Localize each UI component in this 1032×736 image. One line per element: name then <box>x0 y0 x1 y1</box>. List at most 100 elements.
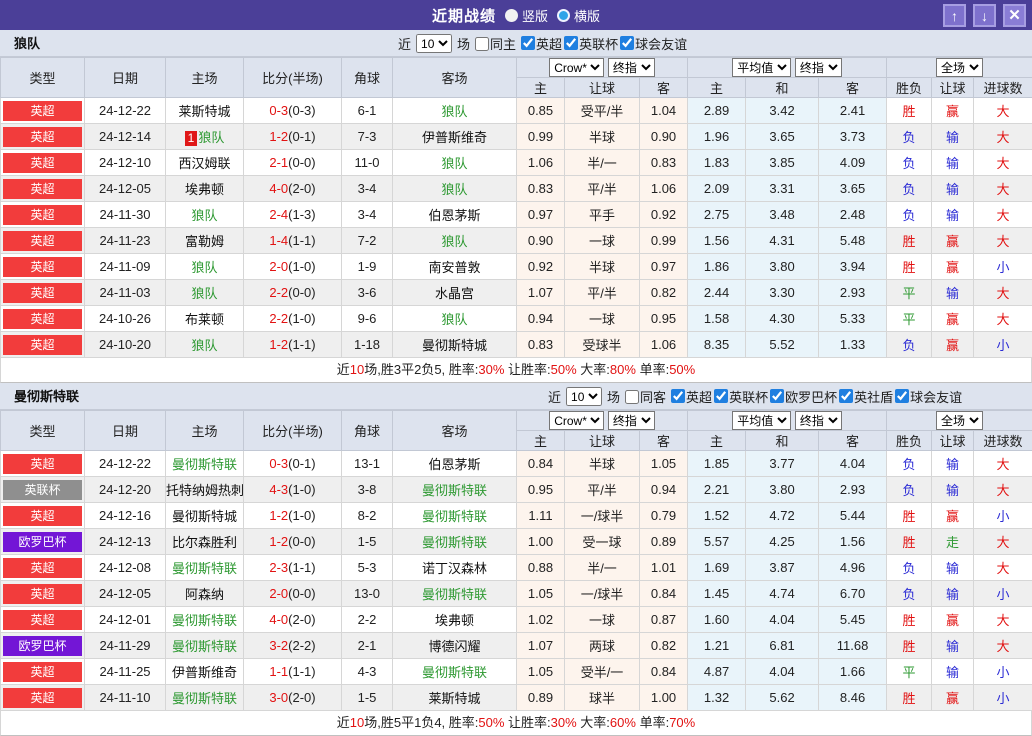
titlebar-buttons: ↑ ↓ ✕ <box>943 4 1026 27</box>
result-handicap: 赢 <box>932 503 974 529</box>
league-checkbox-input[interactable] <box>770 389 784 403</box>
avg-home: 1.85 <box>688 451 746 477</box>
score-cell: 4-0(2-0) <box>244 607 342 633</box>
result-goals: 大 <box>974 607 1032 633</box>
layout-radio-horizontal[interactable]: 横版 <box>557 6 600 25</box>
home-team-cell: 曼彻斯特联 <box>166 633 244 659</box>
result-outcome: 胜 <box>887 228 932 254</box>
league-checkbox-input[interactable] <box>620 36 634 50</box>
move-up-button[interactable]: ↑ <box>943 4 966 27</box>
move-down-button[interactable]: ↓ <box>973 4 996 27</box>
league-label: 英联杯 <box>729 387 768 406</box>
league-filter-checkbox[interactable]: 英超 <box>669 387 712 406</box>
league-filter-checkbox[interactable]: 英联杯 <box>712 387 768 406</box>
home-team-cell: 托特纳姆热刺 <box>166 477 244 503</box>
avg-source-select[interactable]: 平均值 <box>732 411 791 430</box>
result-goals: 大 <box>974 202 1032 228</box>
league-checkbox-input[interactable] <box>895 389 909 403</box>
home-team-cell: 狼队 <box>166 202 244 228</box>
match-count-select[interactable]: 10 <box>566 387 602 406</box>
league-filter-checkbox[interactable]: 英联杯 <box>562 34 618 53</box>
same-venue-checkbox[interactable]: 同主 <box>473 34 516 53</box>
odds-away: 0.95 <box>640 306 688 332</box>
avg-stage-select[interactable]: 终指 <box>795 58 842 77</box>
avg-draw: 3.31 <box>746 176 819 202</box>
odds-away: 0.87 <box>640 607 688 633</box>
avg-draw: 3.30 <box>746 280 819 306</box>
league-badge: 英联杯 <box>3 480 82 500</box>
league-badge: 英超 <box>3 454 82 474</box>
league-filter-checkbox[interactable]: 球会友谊 <box>893 387 962 406</box>
col-odds-handicap: 让球 <box>565 78 640 98</box>
league-label: 球会友谊 <box>910 387 962 406</box>
section-summary: 近10场,胜5平1负4, 胜率:50% 让胜率:30% 大率:60% 单率:70… <box>0 711 1032 736</box>
result-handicap: 输 <box>932 451 974 477</box>
league-checkbox-input[interactable] <box>839 389 853 403</box>
away-team-cell: 埃弗顿 <box>393 607 517 633</box>
layout-radio-vertical[interactable]: 竖版 <box>505 6 548 25</box>
halftime-score: (1-3) <box>288 207 315 222</box>
league-cell: 英超 <box>1 306 85 332</box>
league-filter-checkbox[interactable]: 英社盾 <box>837 387 893 406</box>
home-team-cell: 阿森纳 <box>166 581 244 607</box>
same-venue-checkbox[interactable]: 同客 <box>623 387 666 406</box>
league-filter-checkbox[interactable]: 球会友谊 <box>618 34 687 53</box>
avg-draw: 5.62 <box>746 685 819 711</box>
fulltime-score: 4-3 <box>269 482 288 497</box>
odds-handicap: 受一球 <box>565 529 640 555</box>
avg-stage-select[interactable]: 终指 <box>795 411 842 430</box>
corner-score: 4-3 <box>342 659 393 685</box>
team-section-manutd: 曼彻斯特联 近 10 场 同客 英超英联杯欧罗巴杯英社盾球会友谊 <box>0 383 1032 736</box>
league-checkbox-input[interactable] <box>564 36 578 50</box>
odds-stage-select[interactable]: 终指 <box>608 411 655 430</box>
match-date: 24-10-20 <box>85 332 166 358</box>
home-team-cell: 1狼队 <box>166 124 244 150</box>
away-team-cell: 伯恩茅斯 <box>393 202 517 228</box>
score-cell: 2-2(0-0) <box>244 280 342 306</box>
same-venue-label: 同客 <box>640 387 666 406</box>
odds-stage-select[interactable]: 终指 <box>608 58 655 77</box>
same-venue-input[interactable] <box>625 390 639 404</box>
odds-provider-select[interactable]: Crow* <box>549 411 604 430</box>
result-handicap: 赢 <box>932 228 974 254</box>
result-goals: 小 <box>974 685 1032 711</box>
league-filter-checkbox[interactable]: 英超 <box>519 34 562 53</box>
league-checkbox-input[interactable] <box>521 36 535 50</box>
odds-home: 1.00 <box>517 529 565 555</box>
result-scope-select[interactable]: 全场 <box>936 58 983 77</box>
odds-handicap: 半/一 <box>565 150 640 176</box>
league-checkbox-input[interactable] <box>671 389 685 403</box>
league-filter-checkbox[interactable]: 欧罗巴杯 <box>768 387 837 406</box>
same-venue-input[interactable] <box>475 37 489 51</box>
home-team: 狼队 <box>191 260 217 275</box>
rank-badge: 1 <box>185 131 198 146</box>
avg-home: 1.52 <box>688 503 746 529</box>
summary-segment: 近 <box>337 715 350 730</box>
result-scope-select[interactable]: 全场 <box>936 411 983 430</box>
col-odds-away: 客 <box>640 78 688 98</box>
fulltime-score: 1-4 <box>269 233 288 248</box>
recent-prefix-label: 近 <box>548 387 561 406</box>
summary-segment: 单率: <box>636 362 669 377</box>
league-checkbox-input[interactable] <box>714 389 728 403</box>
summary-segment: 60% <box>610 715 636 730</box>
result-goals: 大 <box>974 150 1032 176</box>
result-goals: 大 <box>974 176 1032 202</box>
odds-provider-select[interactable]: Crow* <box>549 58 604 77</box>
league-cell: 英超 <box>1 280 85 306</box>
score-cell: 2-2(1-0) <box>244 306 342 332</box>
close-button[interactable]: ✕ <box>1003 4 1026 27</box>
match-date: 24-12-08 <box>85 555 166 581</box>
match-count-select[interactable]: 10 <box>416 34 452 53</box>
table-row: 英超 24-11-25 伊普斯维奇 1-1(1-1) 4-3 曼彻斯特联 1.0… <box>1 659 1032 685</box>
avg-away: 2.93 <box>819 280 887 306</box>
avg-draw: 4.25 <box>746 529 819 555</box>
result-handicap: 输 <box>932 124 974 150</box>
odds-away: 0.84 <box>640 581 688 607</box>
col-avg-draw: 和 <box>746 78 819 98</box>
fulltime-score: 2-3 <box>269 560 288 575</box>
avg-source-select[interactable]: 平均值 <box>732 58 791 77</box>
odds-away: 0.82 <box>640 633 688 659</box>
corner-score: 8-2 <box>342 503 393 529</box>
col-odds-handicap: 让球 <box>565 431 640 451</box>
